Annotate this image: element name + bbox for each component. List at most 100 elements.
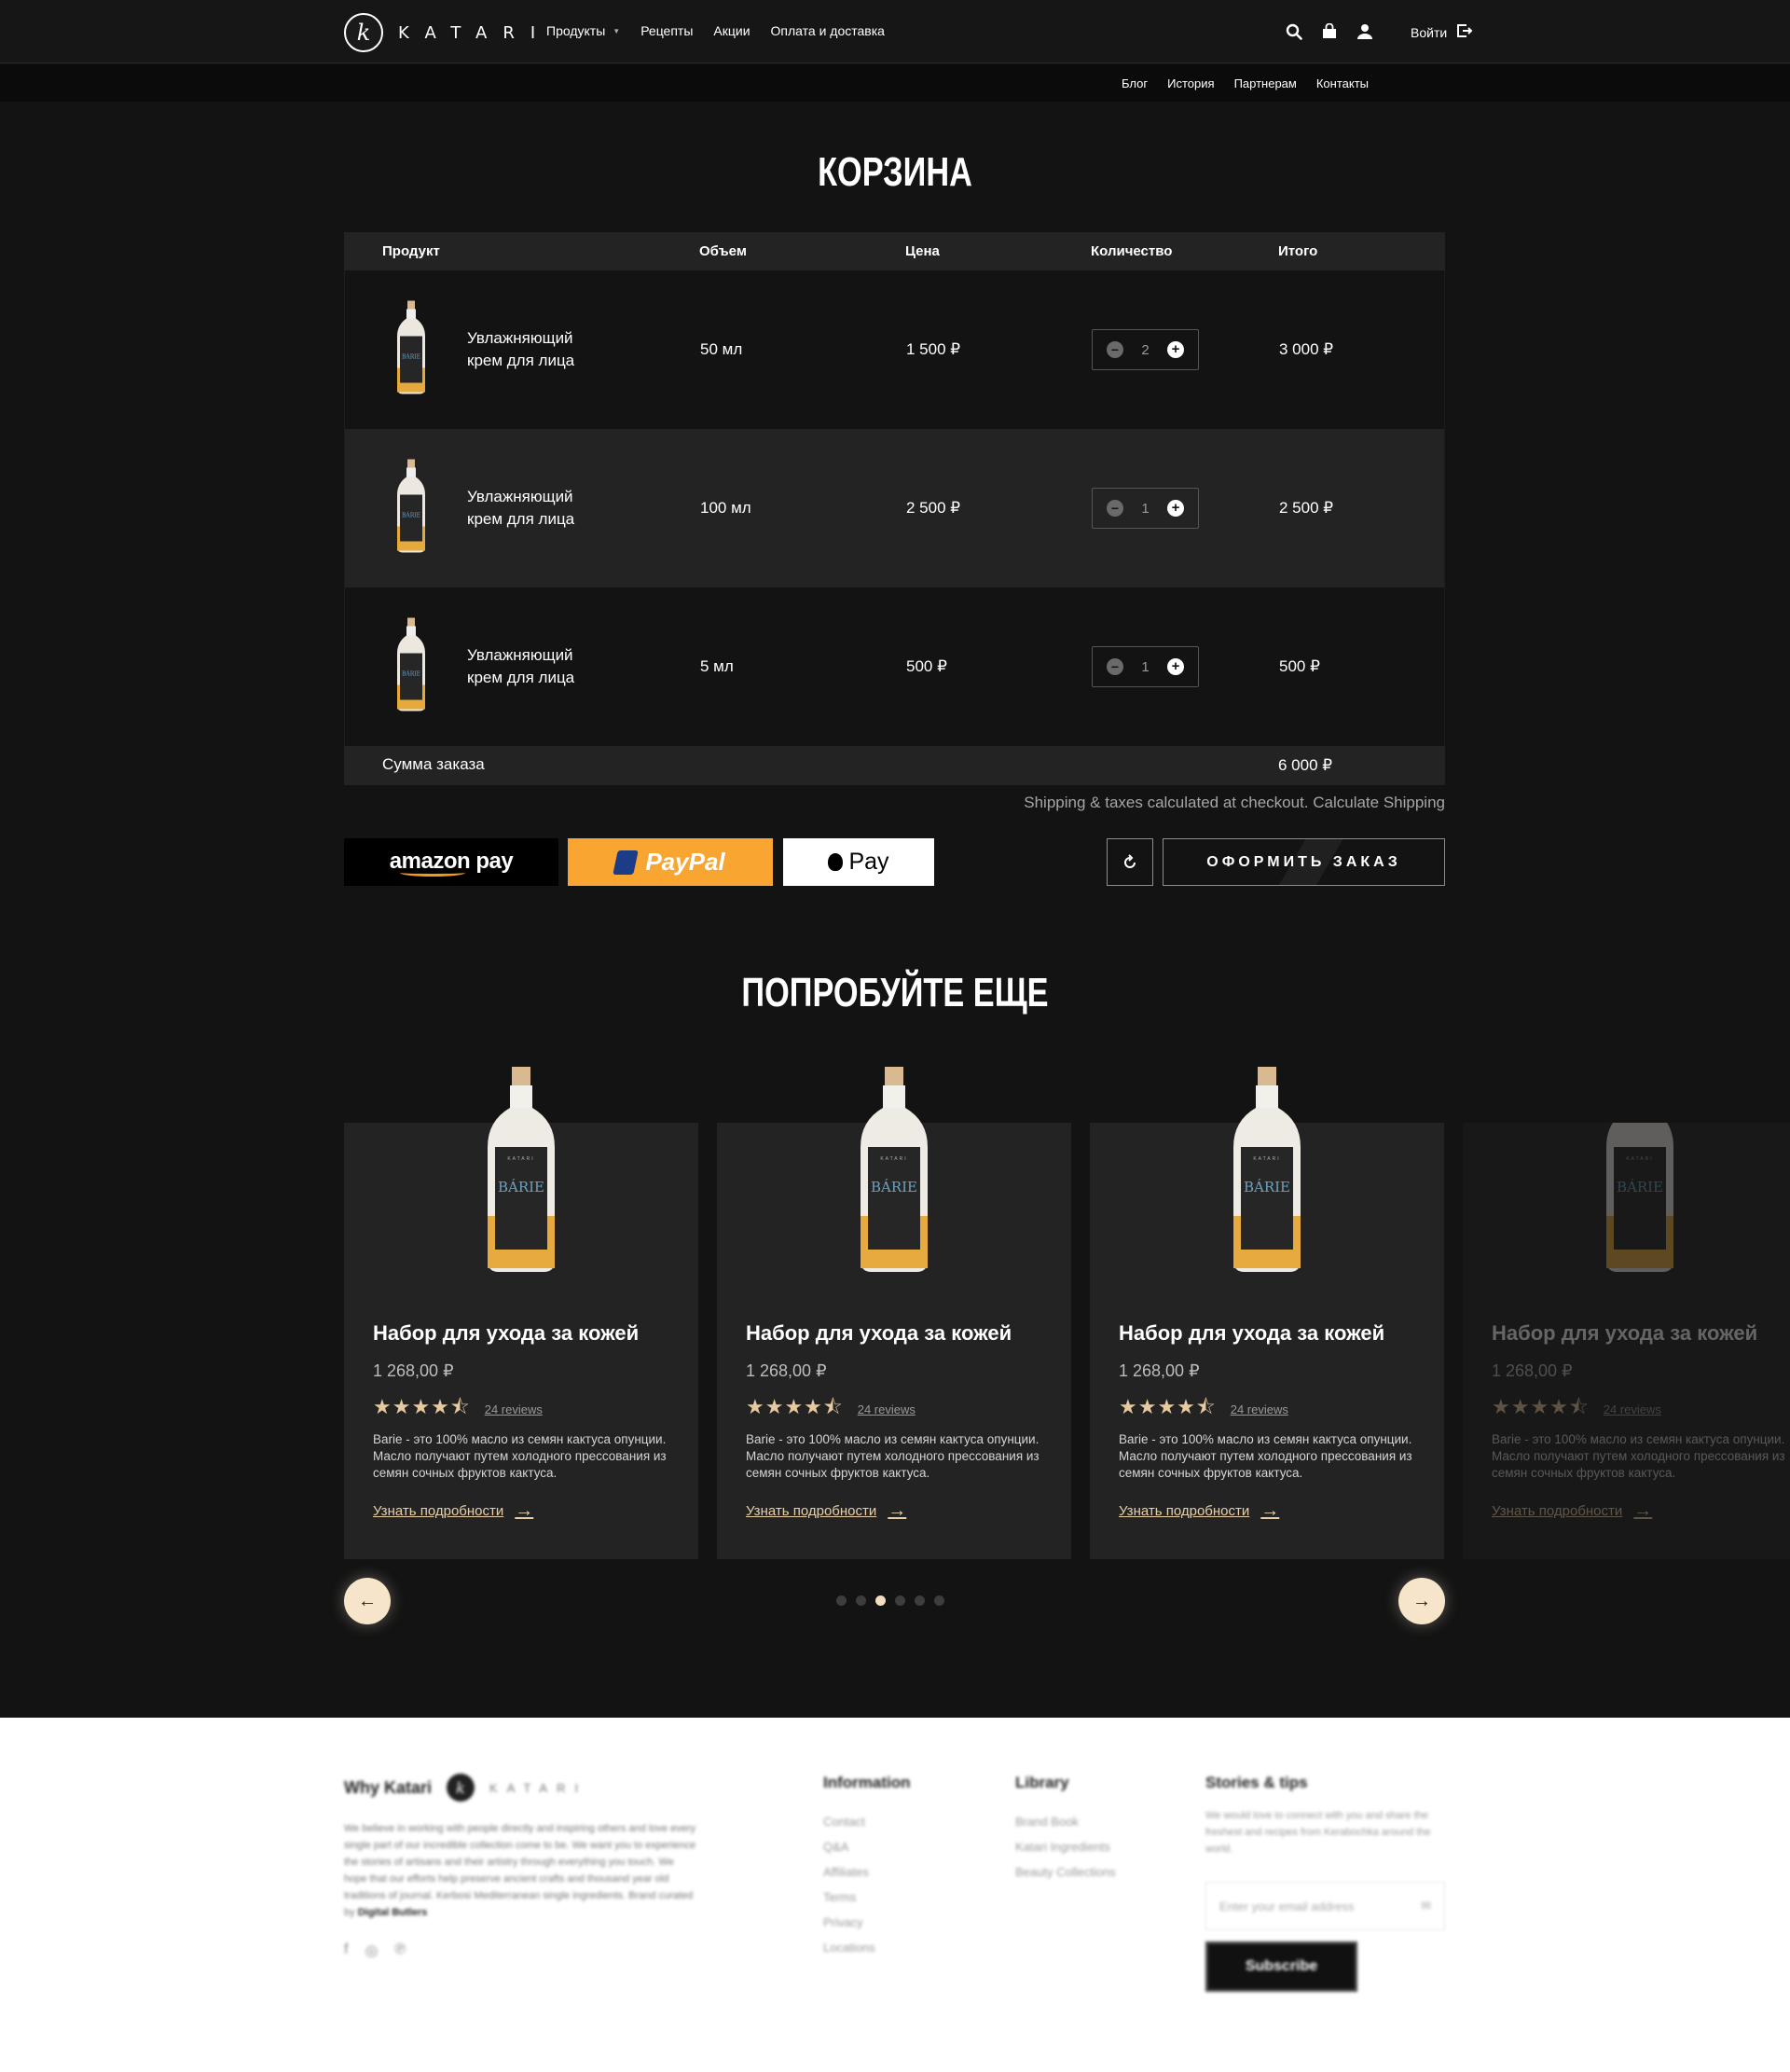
product-name[interactable]: Увлажняющий крем для лица: [467, 327, 588, 372]
footer-about-text: We believe in working with people direct…: [344, 1820, 698, 1921]
subnav-partners[interactable]: Партнерам: [1234, 76, 1297, 90]
nav-payment-delivery[interactable]: Оплата и доставка: [771, 23, 885, 38]
bottle-label: BÁRIE: [498, 1179, 544, 1195]
carousel-dot[interactable]: [836, 1595, 847, 1606]
apple-pay-button[interactable]: Pay: [783, 838, 934, 886]
learn-more-link[interactable]: Узнать подробности →: [1492, 1500, 1652, 1522]
carousel-dot[interactable]: [915, 1595, 925, 1606]
logout-exit-icon: [1456, 22, 1473, 42]
product-thumbnail[interactable]: BÁRIE: [395, 459, 427, 558]
chevron-down-icon: ▼: [613, 26, 621, 35]
learn-more-label: Узнать подробности: [1492, 1503, 1623, 1519]
carousel-prev-button[interactable]: ←: [344, 1578, 391, 1624]
product-name[interactable]: Увлажняющий крем для лица: [467, 486, 588, 531]
footer-link[interactable]: Locations: [823, 1941, 911, 1955]
nav-products[interactable]: Продукты ▼: [546, 23, 620, 38]
bottle-label: BÁRIE: [871, 1179, 917, 1195]
carousel-dot[interactable]: [934, 1595, 944, 1606]
footer-link[interactable]: Terms: [823, 1890, 911, 1904]
footer-logo-mark: k: [447, 1774, 475, 1802]
increase-quantity-button[interactable]: +: [1167, 500, 1184, 517]
svg-text:BÁRIE: BÁRIE: [402, 513, 420, 519]
learn-more-link[interactable]: Узнать подробности →: [746, 1500, 906, 1522]
product-image: KATARI BÁRIE: [857, 1067, 931, 1277]
footer-link[interactable]: Beauty Collections: [1015, 1865, 1116, 1879]
carousel-dot-active[interactable]: [875, 1595, 886, 1606]
star-rating-icons: ★★★★⯪: [373, 1395, 471, 1418]
site-logo[interactable]: k KATARI: [344, 13, 551, 52]
increase-quantity-button[interactable]: +: [1167, 658, 1184, 675]
product-thumbnail[interactable]: BÁRIE: [395, 617, 427, 716]
instagram-icon[interactable]: ◎: [365, 1941, 378, 1960]
reviews-link[interactable]: 24 reviews: [858, 1402, 916, 1416]
svg-text:BÁRIE: BÁRIE: [402, 671, 420, 678]
subscribe-button[interactable]: Subscribe: [1205, 1941, 1357, 1992]
increase-quantity-button[interactable]: +: [1167, 341, 1184, 358]
footer-about-credit[interactable]: Digital Butlers: [358, 1907, 428, 1918]
card-price: 1 268,00 ₽: [373, 1361, 454, 1380]
cart-row: BÁRIE Увлажняющий крем для лица 100 мл 2…: [344, 429, 1445, 587]
product-name[interactable]: Увлажняющий крем для лица: [467, 644, 588, 689]
refresh-icon: [1124, 853, 1136, 868]
carousel-dots: [836, 1595, 944, 1606]
decrease-quantity-button[interactable]: −: [1107, 500, 1123, 517]
carousel-next-button[interactable]: →: [1398, 1578, 1445, 1624]
reviews-link[interactable]: 24 reviews: [485, 1402, 543, 1416]
footer-information-column: Information Contact Q&A Affiliates Terms…: [823, 1774, 911, 1966]
shopping-bag-icon[interactable]: [1320, 22, 1339, 41]
footer-link[interactable]: Q&A: [823, 1840, 911, 1854]
product-thumbnail[interactable]: BÁRIE: [395, 300, 427, 399]
footer-library-title: Library: [1015, 1774, 1069, 1791]
nav-recipes-label: Рецепты: [640, 23, 694, 38]
page-title: КОРЗИНА: [818, 149, 972, 195]
column-header-volume: Объем: [699, 243, 747, 259]
facebook-icon[interactable]: f: [344, 1941, 348, 1960]
apple-pay-label: Pay: [848, 849, 889, 875]
user-icon[interactable]: [1356, 22, 1374, 41]
product-card[interactable]: KATARI BÁRIE Набор для ухода за кожей 1 2…: [717, 1067, 1071, 1559]
paypal-button[interactable]: PayPal: [568, 838, 773, 886]
subnav-history[interactable]: История: [1167, 76, 1214, 90]
footer-link[interactable]: Affiliates: [823, 1865, 911, 1879]
login-link[interactable]: Войти: [1411, 22, 1473, 42]
quantity-value[interactable]: 1: [1141, 501, 1149, 517]
product-price: 500 ₽: [906, 657, 947, 675]
footer-link[interactable]: Privacy: [823, 1915, 911, 1929]
checkout-button[interactable]: ОФОРМИТЬ ЗАКАЗ: [1163, 838, 1445, 886]
footer-link[interactable]: Katari Ingredients: [1015, 1840, 1116, 1854]
subnav-contacts[interactable]: Контакты: [1316, 76, 1369, 90]
secondary-header: Блог История Партнерам Контакты: [0, 64, 1790, 102]
learn-more-link[interactable]: Узнать подробности →: [1119, 1500, 1279, 1522]
subnav-blog[interactable]: Блог: [1122, 76, 1148, 90]
footer-social-links: f ◎ ℗: [344, 1941, 406, 1960]
carousel-dot[interactable]: [895, 1595, 905, 1606]
footer-link[interactable]: Brand Book: [1015, 1815, 1116, 1829]
carousel-dot[interactable]: [856, 1595, 866, 1606]
mail-icon: ✉: [1421, 1899, 1431, 1913]
learn-more-label: Узнать подробности: [1119, 1503, 1250, 1519]
cart-table: Продукт Объем Цена Количество Итого BÁRI…: [344, 232, 1445, 785]
nav-promotions[interactable]: Акции: [713, 23, 750, 38]
product-card[interactable]: KATARI BÁRIE Набор для ухода за кожей 1 2…: [344, 1067, 698, 1559]
decrease-quantity-button[interactable]: −: [1107, 658, 1123, 675]
learn-more-link[interactable]: Узнать подробности →: [373, 1500, 533, 1522]
star-rating-icons: ★★★★⯪: [1492, 1395, 1590, 1418]
product-card[interactable]: KATARI BÁRIE Набор для ухода за кожей 1 2…: [1463, 1123, 1790, 1559]
product-card[interactable]: KATARI BÁRIE Набор для ухода за кожей 1 2…: [1090, 1067, 1444, 1559]
search-icon[interactable]: [1285, 22, 1303, 41]
reviews-link[interactable]: 24 reviews: [1604, 1402, 1661, 1416]
reviews-link[interactable]: 24 reviews: [1231, 1402, 1288, 1416]
quantity-value[interactable]: 2: [1141, 342, 1149, 358]
product-image: KATARI BÁRIE: [1230, 1067, 1304, 1277]
decrease-quantity-button[interactable]: −: [1107, 341, 1123, 358]
quantity-value[interactable]: 1: [1141, 659, 1149, 675]
newsletter-email-input[interactable]: Enter your email address ✉: [1205, 1882, 1445, 1930]
pinterest-icon[interactable]: ℗: [394, 1941, 406, 1960]
footer-library-column: Library Brand Book Katari Ingredients Be…: [1015, 1774, 1116, 1890]
nav-products-label: Продукты: [546, 23, 606, 38]
nav-recipes[interactable]: Рецепты: [640, 23, 693, 38]
bottle-label: BÁRIE: [1244, 1179, 1290, 1195]
refresh-cart-button[interactable]: [1107, 838, 1153, 886]
amazon-pay-button[interactable]: amazon pay: [344, 838, 558, 886]
footer-link[interactable]: Contact: [823, 1815, 911, 1829]
